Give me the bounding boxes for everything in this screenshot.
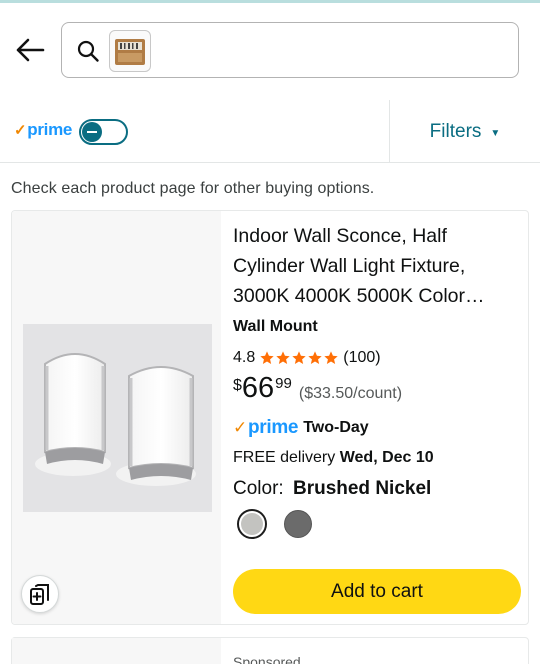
star-icon — [292, 351, 306, 364]
price-fraction: 99 — [275, 375, 292, 392]
swatch-brushed-nickel[interactable] — [237, 509, 267, 539]
top-accent-line — [0, 0, 540, 3]
rating-row[interactable]: 4.8 (100) — [233, 347, 381, 369]
price-symbol: $ — [233, 377, 242, 394]
next-product-card[interactable]: Sponsored — [11, 637, 529, 664]
prime-speed: Two-Day — [303, 419, 369, 436]
toggle-knob — [82, 122, 102, 142]
filters-button[interactable]: Filters ▼ — [390, 100, 540, 163]
compare-button[interactable] — [21, 575, 59, 613]
buying-options-notice: Check each product page for other buying… — [11, 180, 375, 197]
star-icon — [308, 351, 322, 364]
next-product-image — [12, 638, 221, 664]
star-rating — [259, 350, 339, 366]
search-icon — [77, 40, 99, 62]
prime-check-icon: ✓ — [14, 122, 27, 139]
delivery-prefix: FREE delivery — [233, 449, 336, 466]
unit-price: ($33.50/count) — [298, 385, 403, 402]
product-title[interactable]: Indoor Wall Sconce, Half Cylinder Wall L… — [233, 221, 518, 311]
prime-logo: ✓ prime — [233, 417, 299, 439]
product-image[interactable] — [23, 324, 212, 512]
price: $ 66 99 ($33.50/count) — [233, 371, 402, 407]
swatch-dark-gray[interactable] — [284, 510, 312, 538]
star-icon — [260, 351, 274, 364]
product-image-column — [12, 211, 221, 624]
price-whole: 66 — [241, 372, 275, 404]
star-icon — [324, 351, 338, 364]
search-input[interactable] — [61, 22, 519, 78]
product-brand: Wall Mount — [233, 318, 318, 335]
compare-add-icon — [30, 584, 49, 605]
add-to-cart-button[interactable]: Add to cart — [233, 569, 521, 614]
back-button[interactable] — [12, 32, 48, 68]
color-label: Color: — [233, 478, 284, 499]
prime-check-icon: ✓ — [233, 418, 247, 437]
search-image-thumbnail[interactable] — [109, 30, 151, 72]
prime-badge: ✓ prime Two-Day — [233, 416, 369, 440]
delivery-info: FREE delivery Wed, Dec 10 — [233, 449, 434, 467]
product-card[interactable]: Indoor Wall Sconce, Half Cylinder Wall L… — [11, 210, 529, 625]
delivery-date: Wed, Dec 10 — [339, 449, 434, 466]
filter-bar: ✓ prime Filters ▼ — [0, 100, 540, 163]
color-row: Color: Brushed Nickel — [233, 478, 431, 500]
prime-label: prime — [247, 417, 299, 438]
wall-sconce-image — [23, 324, 212, 512]
sponsored-label: Sponsored — [233, 654, 301, 664]
product-thumbnail-image — [115, 39, 145, 65]
arrow-left-icon — [16, 38, 45, 62]
prime-label: prime — [27, 120, 73, 139]
color-swatches — [237, 509, 329, 539]
color-value: Brushed Nickel — [292, 478, 432, 499]
rating-count: (100) — [343, 349, 381, 366]
filters-label: Filters — [429, 120, 482, 142]
star-icon — [276, 351, 290, 364]
prime-toggle[interactable] — [79, 119, 128, 145]
swatch-fill — [241, 513, 263, 535]
caret-down-icon: ▼ — [490, 127, 501, 139]
prime-logo: ✓ prime — [14, 119, 72, 141]
rating-value: 4.8 — [233, 349, 256, 366]
